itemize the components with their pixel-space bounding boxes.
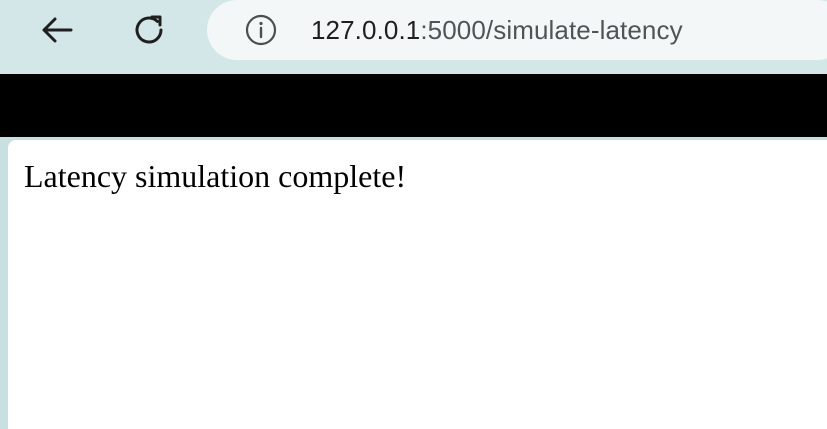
site-info-button[interactable] — [244, 13, 278, 47]
address-bar[interactable]: 127.0.0.1:5000/simulate-latency — [207, 0, 827, 60]
info-icon — [245, 14, 277, 46]
back-arrow-icon — [42, 17, 73, 43]
page-content: Latency simulation complete! — [8, 140, 827, 429]
url-path: :5000/simulate-latency — [420, 15, 683, 45]
reload-icon — [135, 15, 163, 44]
url-host: 127.0.0.1 — [311, 15, 421, 45]
reload-button[interactable] — [127, 8, 171, 52]
latency-message: Latency simulation complete! — [24, 158, 407, 194]
back-button[interactable] — [35, 8, 79, 52]
redacted-bar — [0, 74, 827, 137]
browser-toolbar: 127.0.0.1:5000/simulate-latency — [0, 0, 827, 74]
url-text[interactable]: 127.0.0.1:5000/simulate-latency — [311, 13, 683, 47]
